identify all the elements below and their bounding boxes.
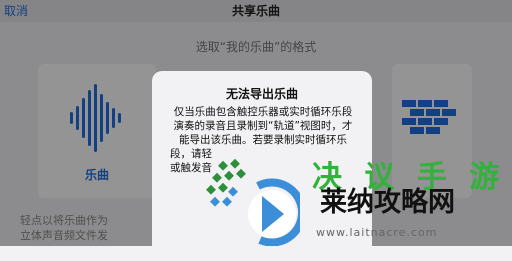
alert-message-line: 演奏的录音且录制到“轨道”视图时，才 [173,120,353,132]
watermark-logo-icon [206,158,300,246]
alert-title: 无法导出乐曲 [225,87,298,101]
watermark-url: www.laitnacre.com [316,226,438,239]
alert-message-line: 能导出该乐曲。若要录制实时循环乐 [179,134,347,146]
alert-message-line: 仅当乐曲包含触控乐器或实时循环乐段 [173,106,353,118]
watermark-site-name: 莱纳攻略网 [320,187,455,218]
